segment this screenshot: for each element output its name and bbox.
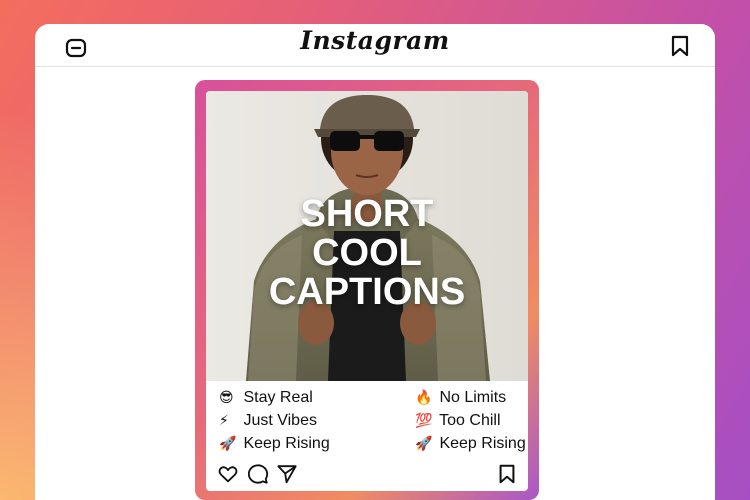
caption-item: 🔥 No Limits bbox=[415, 387, 506, 409]
post-card: SHORT COOL CAPTIONS 😎 Stay Real ⚡ Just V… bbox=[206, 91, 528, 491]
rocket-emoji-icon: 🚀 bbox=[415, 436, 433, 452]
post-frame: SHORT COOL CAPTIONS 😎 Stay Real ⚡ Just V… bbox=[195, 80, 539, 500]
caption-item: ⚡ Just Vibes bbox=[219, 410, 317, 432]
comment-icon[interactable] bbox=[247, 463, 269, 485]
caption-text: No Limits bbox=[439, 389, 507, 406]
caption-text: Keep Rising bbox=[243, 435, 330, 452]
lightning-emoji-icon: ⚡ bbox=[219, 413, 229, 429]
caption-item: 💯 Too Chill bbox=[415, 410, 501, 432]
post-photo[interactable]: SHORT COOL CAPTIONS bbox=[206, 91, 528, 381]
overlay-line-2: COOL bbox=[312, 232, 422, 274]
top-bar: Instagram bbox=[35, 24, 715, 67]
rocket-emoji-icon: 🚀 bbox=[219, 436, 237, 452]
hundred-emoji-icon: 💯 bbox=[415, 413, 433, 429]
app-title: Instagram bbox=[300, 26, 450, 55]
caption-item: 🚀 Keep Rising bbox=[415, 433, 526, 455]
share-icon[interactable] bbox=[276, 463, 298, 485]
sunglasses-emoji-icon: 😎 bbox=[219, 390, 234, 406]
overlay-title: SHORT COOL CAPTIONS bbox=[206, 195, 528, 312]
bookmark-icon[interactable] bbox=[496, 463, 518, 485]
app-window: Instagram SHORT COOL CAPTIONS 😎 Stay Rea… bbox=[35, 24, 715, 500]
post-actions bbox=[206, 461, 528, 487]
heart-icon[interactable] bbox=[217, 463, 239, 485]
caption-list: 😎 Stay Real ⚡ Just Vibes 🚀 Keep Rising 🔥… bbox=[206, 382, 528, 454]
caption-item: 🚀 Keep Rising bbox=[219, 433, 330, 455]
overlay-line-3: CAPTIONS bbox=[268, 271, 466, 313]
bookmark-icon[interactable] bbox=[668, 34, 692, 58]
caption-text: Stay Real bbox=[243, 389, 313, 406]
caption-text: Keep Rising bbox=[439, 435, 526, 452]
caption-text: Just Vibes bbox=[243, 412, 317, 429]
caption-item: 😎 Stay Real bbox=[219, 387, 313, 409]
overlay-line-1: SHORT bbox=[300, 193, 434, 235]
fire-emoji-icon: 🔥 bbox=[415, 390, 433, 406]
caption-text: Too Chill bbox=[439, 412, 501, 429]
